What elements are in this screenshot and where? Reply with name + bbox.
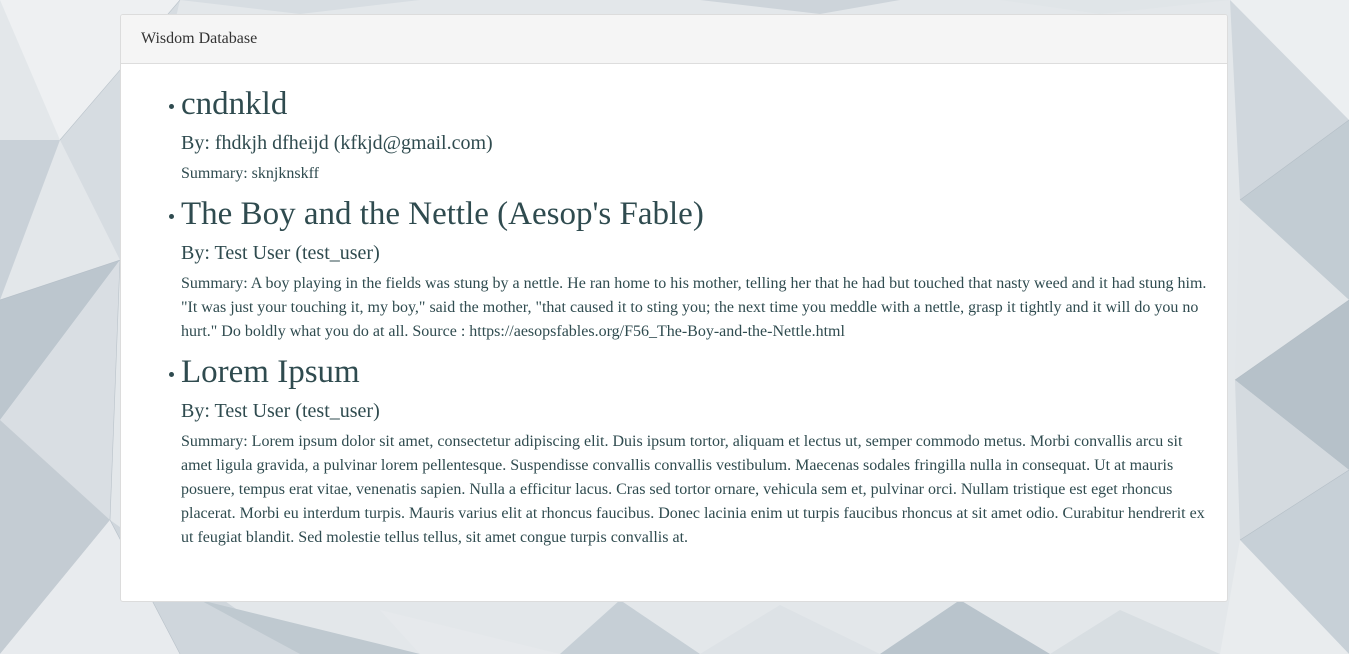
entry-author: By: Test User (test_user) [181,400,380,422]
entry-summary: Summary: Lorem ipsum dolor sit amet, con… [181,433,1205,546]
entry-title: The Boy and the Nettle (Aesop's Fable) [181,196,704,232]
entry-title: Lorem Ipsum [181,354,360,390]
entry-title: cndnkld [181,86,288,122]
entry-author: By: fhdkjh dfheijd (kfkjd@gmail.com) [181,132,493,154]
panel-body: cndnkld By: fhdkjh dfheijd (kfkjd@gmail.… [121,64,1227,550]
app-title: Wisdom Database [141,30,258,47]
list-item: cndnkld By: fhdkjh dfheijd (kfkjd@gmail.… [169,84,1207,186]
list-item: Lorem Ipsum By: Test User (test_user) Su… [169,352,1207,550]
entry-summary: Summary: sknjknskff [181,165,319,182]
wisdom-list: cndnkld By: fhdkjh dfheijd (kfkjd@gmail.… [141,84,1207,550]
entry-summary: Summary: A boy playing in the fields was… [181,275,1207,340]
panel-heading: Wisdom Database [121,15,1227,64]
list-item: The Boy and the Nettle (Aesop's Fable) B… [169,194,1207,344]
wisdom-panel: Wisdom Database cndnkld By: fhdkjh dfhei… [120,14,1228,602]
entry-author: By: Test User (test_user) [181,242,380,264]
